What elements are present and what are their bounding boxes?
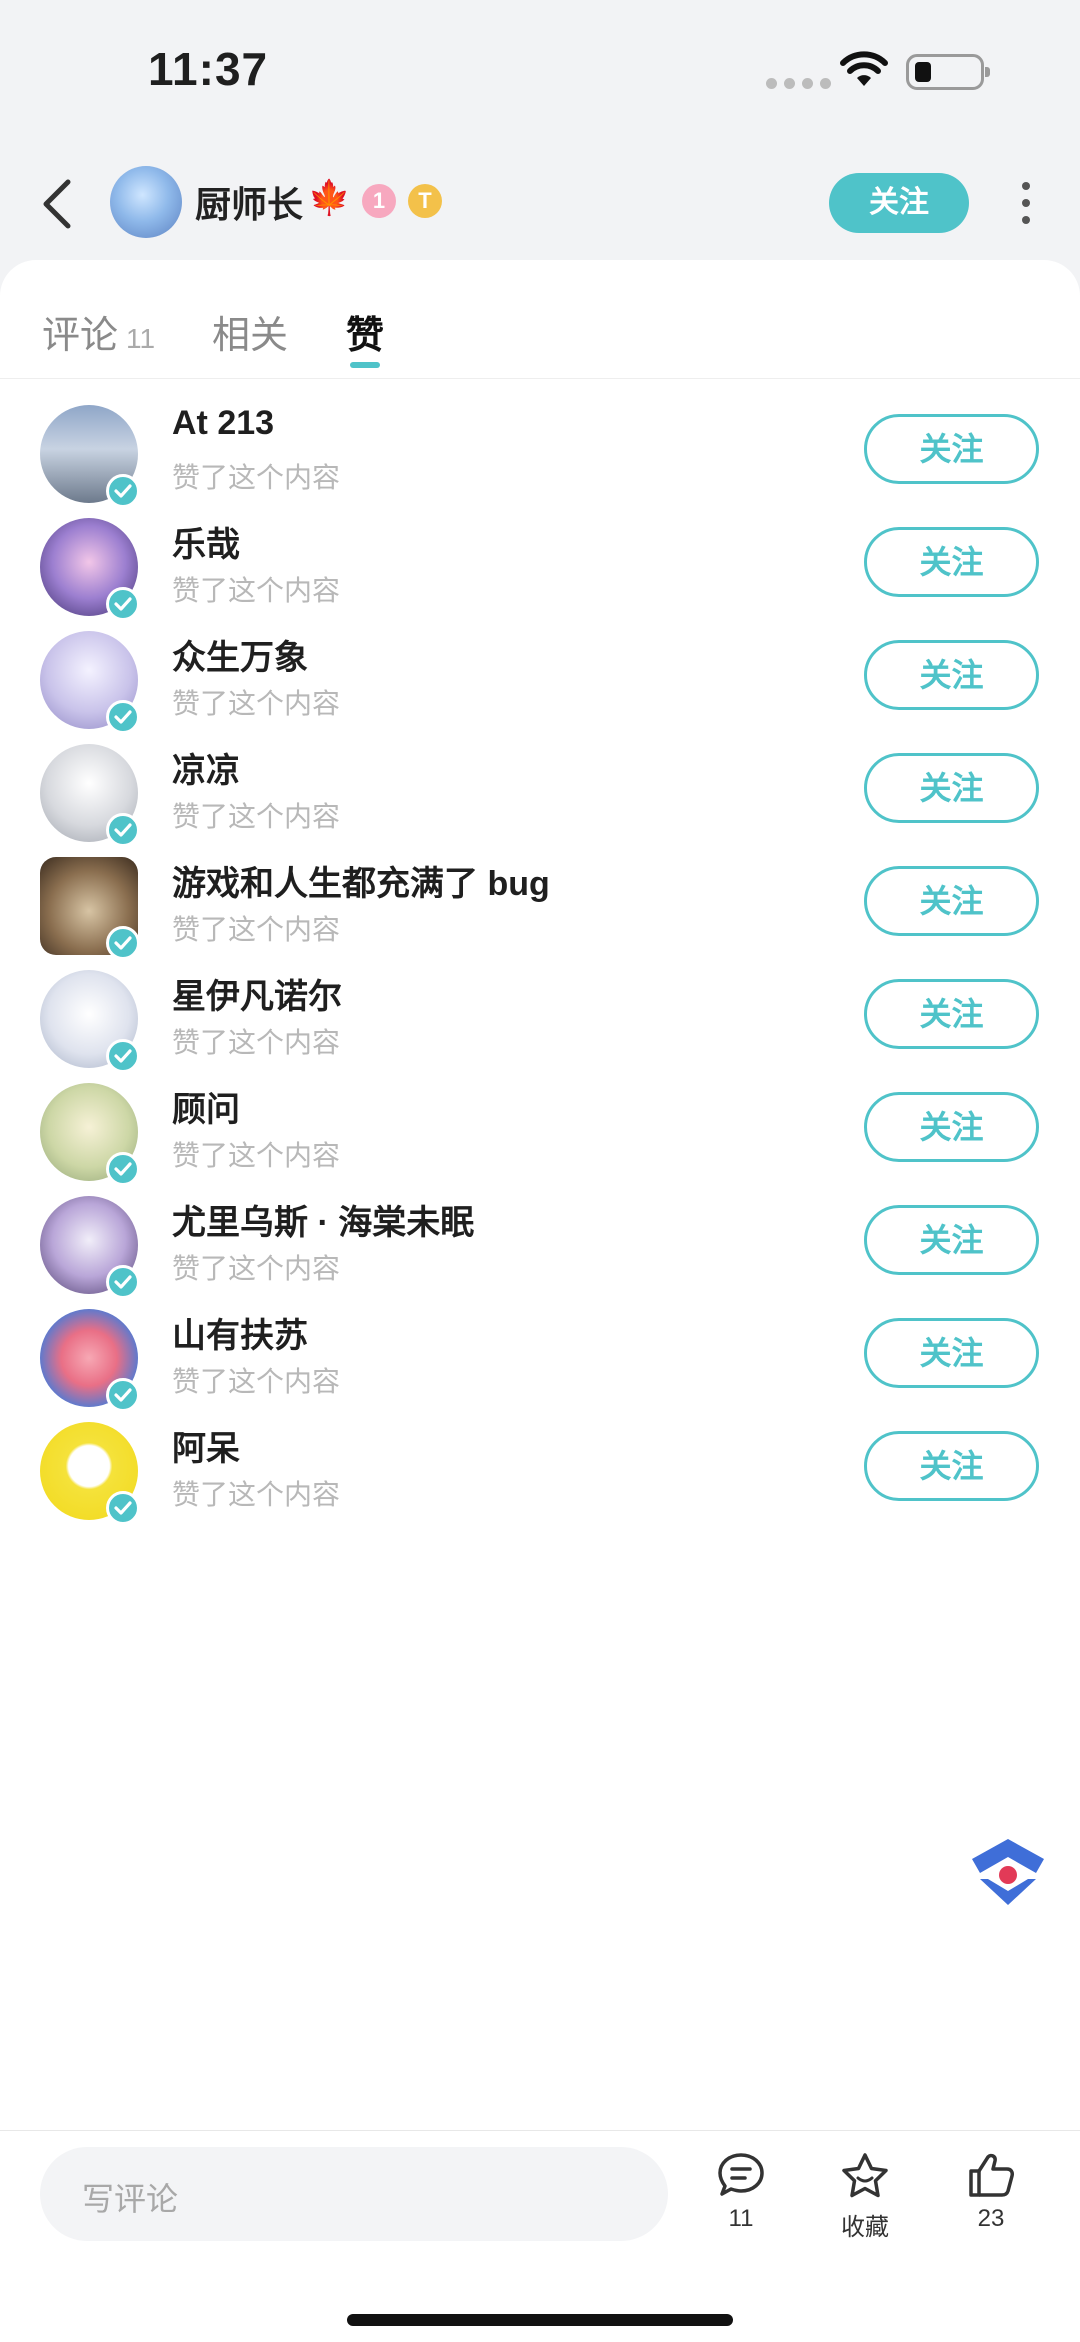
user-name[interactable]: 星伊凡诺尔 — [172, 969, 342, 1018]
title-badge: T — [408, 184, 442, 218]
list-item[interactable]: At 213 赞了这个内容 关注 — [0, 398, 1080, 511]
verified-icon — [106, 1378, 140, 1412]
tab-comments-label: 评论 — [42, 315, 119, 357]
like-subtitle: 赞了这个内容 — [172, 575, 341, 606]
list-item[interactable]: 众生万象 赞了这个内容 关注 — [0, 624, 1080, 737]
verified-icon — [106, 700, 140, 734]
likes-list: At 213 赞了这个内容 关注 乐哉 赞了这个内容 关注 众生万象 赞了这个内… — [0, 398, 1080, 1528]
battery-icon — [906, 54, 990, 90]
tab-comments[interactable]: 评论 11 — [42, 304, 155, 359]
follow-button[interactable]: 关注 — [864, 979, 1039, 1049]
follow-button[interactable]: 关注 — [864, 1205, 1039, 1275]
follow-button[interactable]: 关注 — [864, 753, 1039, 823]
author-name[interactable]: 厨师长 — [195, 176, 303, 228]
user-name[interactable]: 阿呆 — [172, 1421, 240, 1470]
level-badge: 1 — [362, 184, 396, 218]
tab-likes[interactable]: 赞 — [346, 304, 384, 359]
wifi-icon — [840, 51, 888, 86]
author-avatar[interactable] — [110, 166, 182, 238]
follow-button[interactable]: 关注 — [864, 414, 1039, 484]
home-indicator[interactable] — [347, 2314, 733, 2326]
list-item[interactable]: 阿呆 赞了这个内容 关注 — [0, 1415, 1080, 1528]
like-count: 23 — [977, 2205, 1005, 2232]
like-subtitle: 赞了这个内容 — [172, 1253, 341, 1284]
back-arrow-icon[interactable] — [38, 176, 78, 232]
active-tab-indicator — [350, 362, 380, 368]
comment-count: 11 — [728, 2205, 754, 2232]
tab-likes-label: 赞 — [346, 315, 385, 357]
tab-comments-count: 11 — [126, 323, 156, 354]
maple-leaf-icon: 🍁 — [308, 179, 351, 217]
verified-icon — [106, 1265, 140, 1299]
follow-button[interactable]: 关注 — [864, 527, 1039, 597]
follow-button[interactable]: 关注 — [864, 1431, 1039, 1501]
floating-logo-icon[interactable] — [966, 1835, 1050, 1909]
list-item[interactable]: 顾问 赞了这个内容 关注 — [0, 1076, 1080, 1189]
list-item[interactable]: 游戏和人生都充满了 bug 赞了这个内容 关注 — [0, 850, 1080, 963]
verified-icon — [106, 1491, 140, 1525]
comment-icon — [718, 2153, 764, 2196]
like-button[interactable]: 23 — [946, 2151, 1036, 2233]
tab-bar: 评论 11 相关 赞 — [0, 260, 1080, 379]
verified-icon — [106, 926, 140, 960]
list-item[interactable]: 乐哉 赞了这个内容 关注 — [0, 511, 1080, 624]
bottom-bar: 写评论 11 收藏 23 — [0, 2130, 1080, 2342]
comment-input[interactable]: 写评论 — [40, 2147, 668, 2241]
like-subtitle: 赞了这个内容 — [172, 1366, 341, 1397]
list-item[interactable]: 尤里乌斯 · 海棠未眠 赞了这个内容 关注 — [0, 1189, 1080, 1302]
follow-author-button[interactable]: 关注 — [829, 173, 969, 233]
user-name[interactable]: 乐哉 — [172, 517, 240, 566]
tab-related[interactable]: 相关 — [212, 304, 288, 359]
signal-icon — [766, 78, 831, 89]
follow-button[interactable]: 关注 — [864, 1092, 1039, 1162]
comment-placeholder: 写评论 — [82, 2181, 179, 2217]
verified-icon — [106, 587, 140, 621]
user-name[interactable]: 顾问 — [172, 1082, 240, 1131]
top-nav: 厨师长 🍁 1 T 关注 — [0, 150, 1080, 260]
follow-button[interactable]: 关注 — [864, 1318, 1039, 1388]
user-name[interactable]: 众生万象 — [172, 630, 308, 679]
follow-button[interactable]: 关注 — [864, 640, 1039, 710]
like-subtitle: 赞了这个内容 — [172, 1479, 341, 1510]
list-item[interactable]: 凉凉 赞了这个内容 关注 — [0, 737, 1080, 850]
more-icon[interactable] — [1022, 182, 1030, 224]
like-subtitle: 赞了这个内容 — [172, 1027, 341, 1058]
verified-icon — [106, 1152, 140, 1186]
like-subtitle: 赞了这个内容 — [172, 801, 341, 832]
content-panel: 评论 11 相关 赞 At 213 赞了这个内容 关注 乐哉 赞了这个内容 关注 … — [0, 260, 1080, 2130]
thumbs-up-icon — [969, 2153, 1014, 2197]
comment-button[interactable]: 11 — [696, 2151, 786, 2233]
status-time: 11:37 — [148, 43, 269, 95]
star-icon — [842, 2153, 888, 2198]
verified-icon — [106, 1039, 140, 1073]
user-name[interactable]: 凉凉 — [172, 743, 240, 792]
list-item[interactable]: 山有扶苏 赞了这个内容 关注 — [0, 1302, 1080, 1415]
status-bar: 11:37 — [0, 0, 1080, 140]
like-subtitle: 赞了这个内容 — [172, 914, 341, 945]
user-name[interactable]: 尤里乌斯 · 海棠未眠 — [172, 1195, 474, 1244]
user-name[interactable]: 游戏和人生都充满了 bug — [172, 856, 550, 905]
follow-button[interactable]: 关注 — [864, 866, 1039, 936]
like-subtitle: 赞了这个内容 — [172, 462, 341, 493]
user-name[interactable]: 山有扶苏 — [172, 1308, 308, 1357]
favorite-button[interactable]: 收藏 — [820, 2151, 910, 2242]
tab-related-label: 相关 — [212, 315, 289, 357]
verified-icon — [106, 813, 140, 847]
favorite-label: 收藏 — [841, 2214, 889, 2241]
list-item[interactable]: 星伊凡诺尔 赞了这个内容 关注 — [0, 963, 1080, 1076]
user-name[interactable]: At 213 — [172, 404, 274, 443]
like-subtitle: 赞了这个内容 — [172, 688, 341, 719]
verified-icon — [106, 474, 140, 508]
like-subtitle: 赞了这个内容 — [172, 1140, 341, 1171]
